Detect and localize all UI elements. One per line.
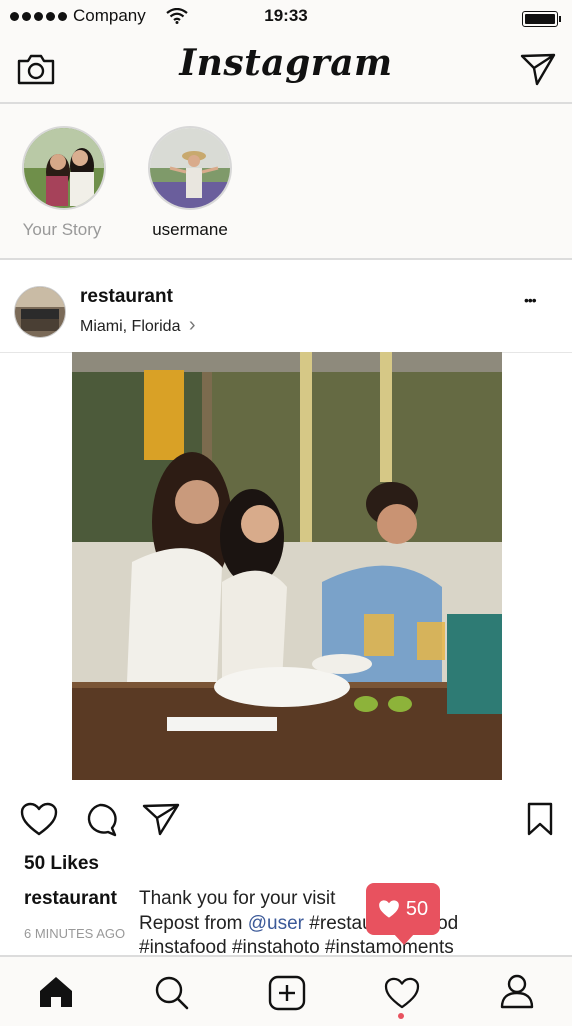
share-icon[interactable] bbox=[142, 802, 180, 836]
send-icon[interactable] bbox=[520, 52, 556, 86]
heart-filled-icon bbox=[379, 900, 399, 918]
notification-tail bbox=[393, 933, 415, 945]
location-text: Miami, Florida bbox=[80, 318, 181, 335]
post-avatar[interactable] bbox=[14, 286, 66, 338]
add-icon[interactable] bbox=[268, 975, 306, 1011]
home-icon[interactable] bbox=[38, 975, 74, 1009]
clock: 19:33 bbox=[264, 6, 308, 25]
story-image bbox=[150, 128, 230, 208]
stories-bar: Your Story usermane bbox=[0, 104, 572, 260]
post-image[interactable] bbox=[72, 352, 502, 780]
story-image bbox=[24, 128, 104, 208]
post-timestamp: 6 MINUTES AGO bbox=[24, 926, 126, 941]
notification-count: 50 bbox=[405, 897, 429, 920]
activity-icon[interactable] bbox=[384, 977, 420, 1009]
restaurant-photo bbox=[72, 352, 502, 780]
search-icon[interactable] bbox=[154, 975, 190, 1011]
more-icon[interactable]: ••• bbox=[524, 292, 537, 308]
caption-text: Repost from bbox=[139, 913, 248, 934]
top-nav: Instagram bbox=[0, 34, 572, 104]
story-item-usermane[interactable]: usermane bbox=[130, 126, 250, 240]
story-label: usermane bbox=[152, 220, 228, 239]
battery-icon bbox=[522, 11, 561, 27]
story-avatar[interactable] bbox=[148, 126, 232, 210]
likes-count[interactable]: 50 Likes bbox=[24, 853, 99, 875]
mention-link[interactable]: @user bbox=[248, 913, 304, 934]
bottom-tab-bar bbox=[0, 955, 572, 1026]
heart-icon[interactable] bbox=[20, 802, 58, 836]
post-username[interactable]: restaurant bbox=[80, 286, 173, 308]
like-notification[interactable]: 50 bbox=[366, 883, 440, 935]
status-bar: Company 19:33 bbox=[0, 0, 572, 34]
post-header: restaurant Miami, Florida › ••• bbox=[0, 260, 572, 353]
story-item-your-story[interactable]: Your Story bbox=[2, 126, 122, 240]
caption-username[interactable]: restaurant bbox=[24, 888, 117, 910]
chevron-right-icon: › bbox=[188, 314, 196, 336]
story-avatar[interactable] bbox=[22, 126, 106, 210]
activity-indicator-dot bbox=[398, 1013, 404, 1019]
bookmark-icon[interactable] bbox=[526, 802, 554, 836]
comment-icon[interactable] bbox=[82, 802, 118, 838]
profile-icon[interactable] bbox=[500, 973, 534, 1009]
post-location[interactable]: Miami, Florida › bbox=[80, 314, 196, 337]
avatar-image bbox=[15, 287, 65, 337]
app-logo: Instagram bbox=[179, 42, 393, 84]
story-label: Your Story bbox=[22, 220, 102, 239]
caption-line: Thank you for your visit bbox=[139, 888, 336, 909]
